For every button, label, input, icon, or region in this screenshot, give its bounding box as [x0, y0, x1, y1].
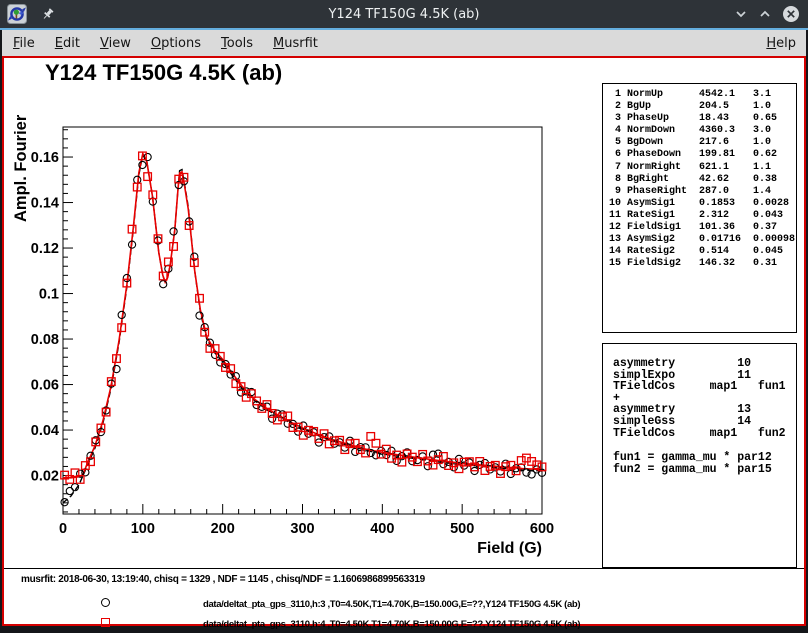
application-window: Y124 TF150G 4.5K (ab) FileEditViewOption… — [0, 0, 808, 633]
legend-label: data/deltat_pta_gps_3110,h:4 ,T0=4.50K,T… — [203, 619, 580, 630]
param-row: 1 NormUp 4542.1 3.1 — [609, 89, 796, 101]
menu-item-view[interactable]: View — [90, 34, 141, 53]
y-tick-label: 0.1 — [39, 287, 59, 303]
close-button[interactable] — [782, 5, 800, 23]
root-canvas[interactable]: Y124 TF150G 4.5K (ab) 010020030040050060… — [2, 56, 806, 626]
theory-box[interactable]: asymmetry 10simplExpo 11TFieldCos map1 f… — [602, 343, 797, 568]
legend-entry: data/deltat_pta_gps_3110,h:3 ,T0=4.50K,T… — [4, 596, 804, 612]
data-point-square — [517, 457, 525, 465]
window-titlebar[interactable]: Y124 TF150G 4.5K (ab) — [0, 0, 808, 28]
minimize-button[interactable] — [734, 7, 748, 21]
y-tick-label: 0.04 — [31, 423, 59, 439]
param-row: 15 FieldSig2 146.32 0.31 — [609, 258, 796, 270]
menu-item-file[interactable]: File — [3, 34, 45, 53]
data-point-circle — [66, 487, 73, 494]
y-tick-label: 0.02 — [31, 469, 59, 485]
menu-item-options[interactable]: Options — [141, 34, 211, 53]
y-tick-label: 0.08 — [31, 332, 59, 348]
param-row: 14 RateSig2 0.514 0.045 — [609, 246, 796, 258]
y-axis-title: Ampl. Fourier — [12, 114, 30, 222]
y-tick-label: 0.14 — [31, 196, 59, 212]
legend-circle-marker-icon — [101, 598, 110, 607]
theory-line: TFieldCos map1 fun1 — [613, 381, 796, 393]
data-point-circle — [346, 437, 353, 444]
plot-frame — [63, 127, 542, 514]
legend-label: data/deltat_pta_gps_3110,h:3 ,T0=4.50K,T… — [203, 599, 580, 610]
x-tick-label: 500 — [450, 521, 474, 537]
x-tick-label: 400 — [370, 521, 394, 537]
fit-info-text: musrfit: 2018-06-30, 13:19:40, chisq = 1… — [21, 574, 425, 585]
window-title: Y124 TF150G 4.5K (ab) — [0, 7, 808, 22]
y-tick-label: 0.12 — [31, 241, 59, 257]
maximize-button[interactable] — [758, 7, 772, 21]
x-tick-label: 100 — [131, 521, 155, 537]
param-row: 5 BgDown 217.6 1.0 — [609, 137, 796, 149]
legend-entry: data/deltat_pta_gps_3110,h:4 ,T0=4.50K,T… — [4, 616, 804, 632]
param-row: 6 PhaseDown 199.81 0.62 — [609, 149, 796, 161]
theory-line: simpleGss 14 — [613, 416, 796, 428]
menu-item-tools[interactable]: Tools — [211, 34, 263, 53]
param-row: 9 PhaseRight 287.0 1.4 — [609, 186, 796, 198]
menubar: FileEditViewOptionsToolsMusrfit Help — [2, 30, 806, 56]
y-tick-label: 0.16 — [31, 150, 59, 166]
param-row: 13 AsymSig2 0.01716 0.00098 — [609, 234, 796, 246]
x-tick-label: 200 — [211, 521, 235, 537]
theory-line: fun2 = gamma_mu * par15 — [613, 464, 796, 476]
param-row: 7 NormRight 621.1 1.1 — [609, 162, 796, 174]
y-tick-label: 0.06 — [31, 378, 59, 394]
theory-line: asymmetry 10 — [613, 358, 796, 370]
param-row: 11 RateSig1 2.312 0.043 — [609, 210, 796, 222]
param-row: 10 AsymSig1 0.1853 0.0028 — [609, 198, 796, 210]
data-point-square — [299, 431, 307, 439]
theory-line: fun1 = gamma_mu * par12 — [613, 452, 796, 464]
theory-line: TFieldCos map1 fun2 — [613, 428, 796, 440]
x-tick-label: 300 — [290, 521, 314, 537]
param-row: 2 BgUp 204.5 1.0 — [609, 101, 796, 113]
x-axis-title: Field (G) — [477, 540, 542, 557]
menu-item-edit[interactable]: Edit — [45, 34, 90, 53]
menu-item-help[interactable]: Help — [756, 34, 806, 53]
data-point-circle — [160, 281, 167, 288]
param-row: 4 NormDown 4360.3 3.0 — [609, 125, 796, 137]
x-tick-label: 600 — [530, 521, 554, 537]
info-pad: musrfit: 2018-06-30, 13:19:40, chisq = 1… — [4, 568, 804, 624]
param-row: 8 BgRight 42.62 0.38 — [609, 174, 796, 186]
legend-square-marker-icon — [101, 618, 110, 627]
x-tick-label: 0 — [59, 521, 67, 537]
param-row: 3 PhaseUp 18.43 0.65 — [609, 113, 796, 125]
param-row: 12 FieldSig1 101.36 0.37 — [609, 222, 796, 234]
parameter-box[interactable]: 1 NormUp 4542.1 3.1 2 BgUp 204.5 1.0 3 P… — [602, 83, 797, 333]
menu-item-musrfit[interactable]: Musrfit — [263, 34, 328, 53]
